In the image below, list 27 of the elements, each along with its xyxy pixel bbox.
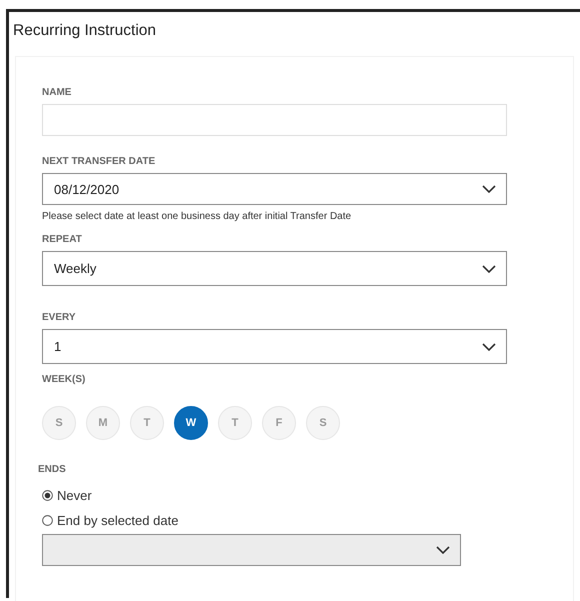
dropdown-field[interactable]: Weekly (42, 251, 507, 286)
window-title: Recurring Instruction (12, 21, 158, 41)
input-field[interactable] (42, 104, 507, 136)
field-label: NAME (42, 87, 72, 98)
chevron-down-icon (482, 264, 496, 272)
field-label: NEXT TRANSFER DATE (42, 156, 156, 167)
day-toggle[interactable]: W (174, 406, 208, 440)
field-label: WEEK(S) (42, 374, 86, 385)
day-toggle[interactable]: S (306, 406, 340, 440)
dropdown-field[interactable]: 08/12/2020 (42, 173, 507, 205)
field-label: EVERY (42, 312, 77, 323)
radio-label: Never (57, 488, 92, 503)
chevron-down-icon (436, 546, 450, 554)
day-toggle[interactable]: F (262, 406, 296, 440)
radio-button[interactable] (42, 490, 53, 501)
dropdown-field[interactable]: 1 (42, 329, 507, 364)
day-toggle[interactable]: M (86, 406, 120, 440)
field-label: REPEAT (42, 234, 83, 245)
day-toggle[interactable]: S (42, 406, 76, 440)
field-label: ENDS (38, 464, 67, 475)
hint-text: Please select date at least one business day after initial Transfer Date (42, 211, 352, 222)
radio-label: End by selected date (57, 513, 178, 528)
chevron-down-icon (482, 342, 496, 350)
radio-button[interactable] (42, 515, 53, 526)
day-toggle[interactable]: T (130, 406, 164, 440)
day-toggle[interactable]: T (218, 406, 252, 440)
chevron-down-icon (482, 185, 496, 193)
